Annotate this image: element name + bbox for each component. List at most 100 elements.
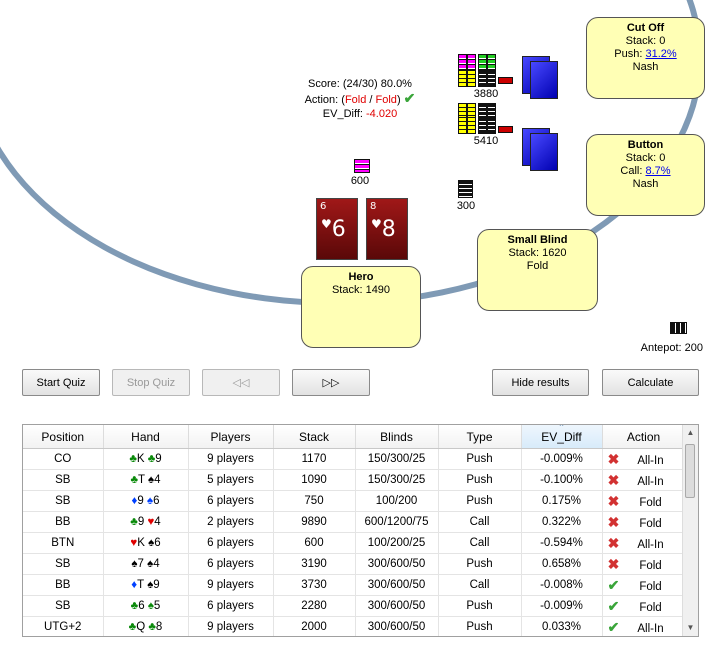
table-row[interactable]: SB ♠7 ♠4 6 players 3190 300/600/50 Push 0.658%… [23, 553, 686, 575]
next-button[interactable]: ▷▷ [292, 369, 370, 396]
seat-button[interactable]: Button Stack: 0 Call: 8.7% Nash [586, 134, 705, 216]
scroll-thumb[interactable] [685, 444, 695, 498]
hide-results-button[interactable]: Hide results [492, 369, 589, 396]
cell-hand: ♣K ♣9 [103, 448, 189, 470]
stop-quiz-button[interactable]: Stop Quiz [112, 369, 190, 396]
hero-card-2: 8 ♥8 [366, 198, 408, 260]
cell-type: Call [438, 511, 522, 533]
cell-blinds: 100/200/25 [355, 532, 439, 554]
column-header-hand[interactable]: Hand [103, 425, 189, 449]
column-header-players[interactable]: Players [188, 425, 274, 449]
cell-type: Call [438, 532, 522, 554]
results-table[interactable]: Position Hand Players Stack Blinds Type … [22, 424, 699, 637]
cell-stack: 2280 [273, 595, 356, 617]
results-scrollbar[interactable]: ▲ ▼ [682, 425, 698, 636]
cell-action: ✔ All-In [602, 616, 686, 636]
table-row[interactable]: BB ♣9 ♥4 2 players 9890 600/1200/75 Call 0.322… [23, 511, 686, 533]
cell-hand: ♣6 ♠5 [103, 595, 189, 617]
cell-players: 5 players [188, 469, 274, 491]
cell-ev-diff: -0.009% [521, 448, 603, 470]
table-row[interactable]: SB ♣6 ♠5 6 players 2280 300/600/50 Push -0.009… [23, 595, 686, 617]
cell-stack: 2000 [273, 616, 356, 636]
cell-stack: 3730 [273, 574, 356, 596]
quiz-action: Action: (Fold / Fold) ✔ [304, 90, 416, 106]
calculate-button[interactable]: Calculate [602, 369, 699, 396]
cell-players: 6 players [188, 532, 274, 554]
cell-blinds: 600/1200/75 [355, 511, 439, 533]
table-row[interactable]: BTN ♥K ♠6 6 players 600 100/200/25 Call -0.594… [23, 532, 686, 554]
cell-action: ✖ Fold [602, 553, 686, 575]
cell-hand: ♥K ♠6 [103, 532, 189, 554]
seat-small-blind[interactable]: Small Blind Stack: 1620 Fold [477, 229, 598, 311]
cell-blinds: 300/600/50 [355, 553, 439, 575]
column-header-action[interactable]: Action [602, 425, 686, 449]
cell-ev-diff: -0.009% [521, 595, 603, 617]
cell-stack: 9890 [273, 511, 356, 533]
seat-stack: Stack: 0 [625, 35, 666, 47]
cell-ev-diff: -0.008% [521, 574, 603, 596]
poker-table-area: Score: (24/30) 80.0% Action: (Fold / Fol… [0, 0, 719, 360]
cell-hand: ♣9 ♥4 [103, 511, 189, 533]
table-row[interactable]: CO ♣K ♣9 9 players 1170 150/300/25 Push -0.009… [23, 448, 686, 470]
x-mark-icon: ✖ [607, 450, 620, 467]
cell-blinds: 150/300/25 [355, 469, 439, 491]
cell-action: ✖ All-In [602, 532, 686, 554]
x-mark-icon: ✖ [607, 513, 620, 530]
cell-hand: ♣Q ♣8 [103, 616, 189, 636]
cell-ev-diff: 0.175% [521, 490, 603, 512]
seat-name: Button [627, 139, 664, 151]
call-range-link[interactable]: 8.7% [645, 165, 670, 177]
cell-position: BB [23, 511, 104, 533]
table-row[interactable]: SB ♦9 ♠6 6 players 750 100/200 Push 0.175% ✖ Fol… [23, 490, 686, 512]
cell-stack: 3190 [273, 553, 356, 575]
cell-stack: 750 [273, 490, 356, 512]
table-row[interactable]: BB ♦T ♠9 9 players 3730 300/600/50 Call -0.008… [23, 574, 686, 596]
cell-type: Push [438, 490, 522, 512]
cell-position: CO [23, 448, 104, 470]
cell-position: UTG+2 [23, 616, 104, 636]
x-mark-icon: ✖ [607, 492, 620, 509]
cell-players: 9 players [188, 616, 274, 636]
seat-stack: Stack: 1620 [508, 247, 567, 259]
column-header-ev-diff[interactable]: ^ EV_Diff [521, 425, 603, 449]
start-quiz-button[interactable]: Start Quiz [22, 369, 100, 396]
cutoff-cards-icon [530, 61, 558, 99]
sb-bet-amount: 300 [456, 200, 476, 212]
scroll-up-icon[interactable]: ▲ [683, 425, 698, 441]
seat-name: Hero [348, 271, 374, 283]
seat-call: Call: 8.7% [620, 165, 671, 177]
antepot-chip-icon [670, 322, 687, 334]
cell-ev-diff: 0.322% [521, 511, 603, 533]
check-mark-icon: ✔ [607, 597, 620, 614]
cell-blinds: 300/600/50 [355, 595, 439, 617]
column-header-blinds[interactable]: Blinds [355, 425, 439, 449]
column-header-position[interactable]: Position [23, 425, 104, 449]
push-range-link[interactable]: 31.2% [645, 48, 676, 60]
cell-position: BB [23, 574, 104, 596]
cell-type: Push [438, 553, 522, 575]
cell-hand: ♠7 ♠4 [103, 553, 189, 575]
quiz-ev-diff: EV_Diff: -4.020 [322, 108, 398, 120]
seat-cutoff[interactable]: Cut Off Stack: 0 Push: 31.2% Nash [586, 17, 705, 99]
seat-mode: Nash [632, 178, 659, 190]
scroll-down-icon[interactable]: ▼ [683, 620, 698, 636]
table-row[interactable]: SB ♣T ♠4 5 players 1090 150/300/25 Push -0.100… [23, 469, 686, 491]
cell-action: ✖ All-In [602, 448, 686, 470]
cell-hand: ♦9 ♠6 [103, 490, 189, 512]
column-header-stack[interactable]: Stack [273, 425, 356, 449]
cell-players: 9 players [188, 574, 274, 596]
cell-stack: 1090 [273, 469, 356, 491]
cell-hand: ♦T ♠9 [103, 574, 189, 596]
table-row[interactable]: UTG+2 ♣Q ♣8 9 players 2000 300/600/50 Push 0.0… [23, 616, 686, 636]
cell-blinds: 100/200 [355, 490, 439, 512]
cell-position: SB [23, 595, 104, 617]
cell-blinds: 150/300/25 [355, 448, 439, 470]
cell-ev-diff: -0.594% [521, 532, 603, 554]
cell-position: SB [23, 469, 104, 491]
column-header-type[interactable]: Type [438, 425, 522, 449]
check-mark-icon: ✔ [607, 618, 620, 635]
previous-button[interactable]: ◁◁ [202, 369, 280, 396]
seat-hero[interactable]: Hero Stack: 1490 [301, 266, 421, 348]
cell-type: Push [438, 469, 522, 491]
cell-players: 2 players [188, 511, 274, 533]
